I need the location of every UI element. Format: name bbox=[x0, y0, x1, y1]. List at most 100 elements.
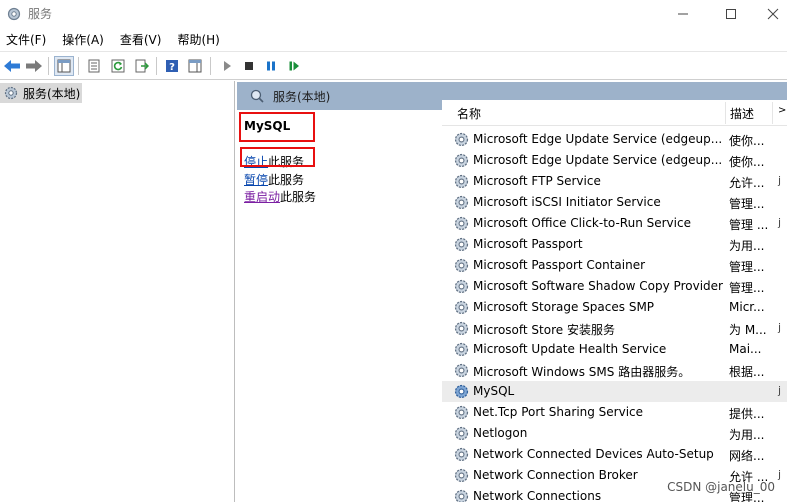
column-header-name[interactable]: 名称 bbox=[457, 105, 481, 122]
service-gear-icon bbox=[453, 194, 470, 211]
service-gear-icon bbox=[453, 278, 470, 295]
details-pane: 服务(本地) MySQL 停止此服务 暂停此服务 重启动此服务 ^ 名称 描述 … bbox=[237, 82, 787, 502]
service-description: 允许... bbox=[729, 176, 765, 190]
service-gear-icon bbox=[453, 404, 470, 421]
help-button[interactable]: ? bbox=[162, 56, 182, 76]
restart-service-button[interactable] bbox=[284, 56, 304, 76]
menu-file[interactable]: 文件(F) bbox=[6, 31, 46, 48]
menu-help[interactable]: 帮助(H) bbox=[177, 31, 219, 48]
service-row[interactable]: Microsoft FTP Service 允许... j bbox=[442, 171, 787, 192]
properties-button[interactable] bbox=[84, 56, 104, 76]
service-description: 根据... bbox=[729, 365, 765, 379]
highlight-box-service-name bbox=[239, 112, 315, 142]
stop-icon bbox=[245, 62, 253, 70]
service-row[interactable]: Microsoft Software Shadow Copy Provider 管… bbox=[442, 276, 787, 297]
service-row[interactable]: Microsoft Update Health Service Mai... bbox=[442, 339, 787, 360]
forward-button[interactable] bbox=[24, 56, 44, 76]
service-gear-icon bbox=[453, 341, 470, 358]
service-gear-icon bbox=[453, 236, 470, 253]
service-row[interactable]: Net.Tcp Port Sharing Service 提供... bbox=[442, 402, 787, 423]
title-bar: 服务 bbox=[0, 0, 787, 28]
column-header-overflow-icon[interactable]: > bbox=[778, 105, 786, 116]
service-row[interactable]: MySQL j bbox=[442, 381, 787, 402]
service-row[interactable]: Microsoft Passport Container 管理... bbox=[442, 255, 787, 276]
restart-service-action[interactable]: 重启动此服务 bbox=[244, 188, 316, 205]
watermark: CSDN @janelu_00 bbox=[667, 480, 775, 494]
service-row[interactable]: Netlogon 为用... bbox=[442, 423, 787, 444]
service-description: 为用... bbox=[729, 239, 765, 253]
show-hide-console-tree-button[interactable] bbox=[54, 56, 74, 76]
toolbar-separator bbox=[78, 57, 79, 75]
service-row[interactable]: Microsoft Storage Spaces SMP Micr... bbox=[442, 297, 787, 318]
service-description: 为用... bbox=[729, 428, 765, 442]
restart-service-suffix: 此服务 bbox=[280, 190, 317, 204]
service-gear-icon bbox=[453, 320, 470, 337]
menu-view[interactable]: 查看(V) bbox=[120, 31, 162, 48]
service-status-fragment: j bbox=[778, 384, 782, 397]
service-gear-icon bbox=[453, 131, 470, 148]
start-service-button[interactable] bbox=[217, 56, 237, 76]
service-name: MySQL bbox=[473, 384, 515, 398]
service-gear-icon bbox=[453, 299, 470, 316]
column-header-description[interactable]: 描述 bbox=[730, 105, 754, 122]
pause-service-button[interactable] bbox=[261, 56, 281, 76]
service-gear-icon bbox=[453, 425, 470, 442]
toolbar-separator bbox=[156, 57, 157, 75]
column-divider[interactable] bbox=[725, 102, 726, 124]
minimize-button[interactable] bbox=[660, 0, 706, 28]
service-row[interactable]: Microsoft Store 安装服务 为 M... j bbox=[442, 318, 787, 339]
service-status-fragment: j bbox=[778, 216, 782, 229]
service-name: Microsoft Passport bbox=[473, 237, 583, 251]
close-button[interactable] bbox=[750, 0, 787, 28]
export-list-button[interactable] bbox=[132, 56, 152, 76]
show-action-pane-button[interactable] bbox=[185, 56, 205, 76]
window-title: 服务 bbox=[28, 7, 53, 21]
back-button[interactable] bbox=[2, 56, 22, 76]
service-row[interactable]: Microsoft Edge Update Service (edgeup...… bbox=[442, 150, 787, 171]
service-status-fragment: j bbox=[778, 468, 782, 481]
service-row[interactable]: Microsoft iSCSI Initiator Service 管理... bbox=[442, 192, 787, 213]
pause-service-link[interactable]: 暂停 bbox=[244, 173, 268, 187]
restart-icon bbox=[289, 61, 299, 71]
service-description: 使你... bbox=[729, 155, 765, 169]
service-description: 管理 ... bbox=[729, 218, 769, 232]
service-row[interactable]: Microsoft Passport 为用... bbox=[442, 234, 787, 255]
refresh-button[interactable] bbox=[108, 56, 128, 76]
service-gear-icon bbox=[453, 173, 470, 190]
stop-service-button[interactable] bbox=[239, 56, 259, 76]
menu-action[interactable]: 操作(A) bbox=[62, 31, 104, 48]
service-name: Microsoft Edge Update Service (edgeup... bbox=[473, 153, 723, 167]
maximize-button[interactable] bbox=[708, 0, 754, 28]
service-row[interactable]: Network Connected Devices Auto-Setup 网络..… bbox=[442, 444, 787, 465]
service-gear-icon bbox=[453, 488, 470, 502]
help-icon: ? bbox=[166, 60, 178, 73]
restart-service-link[interactable]: 重启动 bbox=[244, 190, 280, 204]
service-row[interactable]: Microsoft Edge Update Service (edgeup...… bbox=[442, 129, 787, 150]
tree-item-label: 服务(本地) bbox=[23, 86, 81, 101]
pause-icon bbox=[267, 61, 275, 71]
toolbar: ? bbox=[0, 52, 787, 80]
maximize-icon bbox=[726, 9, 736, 19]
service-gear-icon bbox=[453, 446, 470, 463]
service-row[interactable]: Microsoft Windows SMS 路由器服务。 根据... bbox=[442, 360, 787, 381]
service-row[interactable]: Microsoft Office Click-to-Run Service 管理 … bbox=[442, 213, 787, 234]
column-divider[interactable] bbox=[772, 102, 773, 124]
service-description: 网络... bbox=[729, 449, 765, 463]
service-description: 提供... bbox=[729, 407, 765, 421]
action-pane-icon bbox=[188, 59, 202, 73]
sort-ascending-icon: ^ bbox=[578, 100, 586, 105]
tree-item-services-local[interactable]: 服务(本地) bbox=[0, 83, 82, 103]
service-description: 管理... bbox=[729, 260, 765, 274]
service-name: Microsoft Edge Update Service (edgeup... bbox=[473, 132, 723, 146]
service-name: Netlogon bbox=[473, 426, 528, 440]
service-description: Mai... bbox=[729, 342, 762, 356]
refresh-icon bbox=[111, 59, 125, 73]
search-gear-icon bbox=[250, 89, 264, 103]
services-gear-icon bbox=[4, 86, 18, 100]
services-gear-icon bbox=[7, 7, 21, 21]
service-name: Microsoft Storage Spaces SMP bbox=[473, 300, 655, 314]
pause-service-action[interactable]: 暂停此服务 bbox=[244, 171, 304, 188]
service-name: Microsoft FTP Service bbox=[473, 174, 601, 188]
service-description: Micr... bbox=[729, 300, 765, 314]
toolbar-separator bbox=[210, 57, 211, 75]
